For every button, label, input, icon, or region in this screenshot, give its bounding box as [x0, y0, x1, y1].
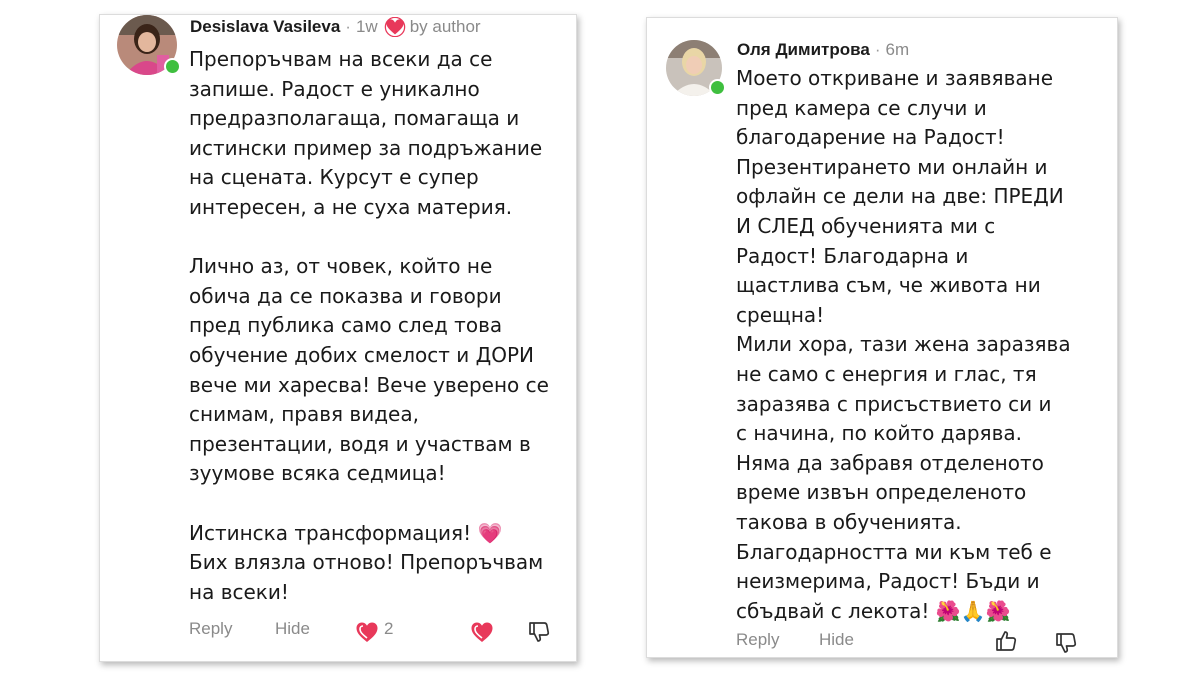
avatar[interactable] [666, 40, 726, 96]
comment-time: 1w [355, 17, 378, 36]
comment-actions: Reply Hide 2 [100, 619, 576, 645]
comment-time: 6m [885, 40, 910, 59]
by-author-label: by author [409, 17, 481, 36]
separator-dot: · [345, 17, 351, 36]
comment-card: Desislava Vasileva · 1w by author Препор… [99, 14, 577, 662]
hide-button[interactable]: Hide [819, 630, 854, 650]
reply-button[interactable]: Reply [189, 619, 232, 639]
comment-actions: Reply Hide [647, 630, 1117, 656]
thumbs-down-icon[interactable] [1054, 631, 1078, 660]
online-status-dot [709, 79, 726, 96]
heart-icon[interactable] [355, 621, 379, 648]
thumbs-up-icon[interactable] [994, 629, 1018, 658]
online-status-dot [164, 58, 181, 75]
heart-icon[interactable] [470, 621, 494, 648]
comment-card: Оля Димитрова · 6m Моето откриване и зая… [646, 17, 1118, 658]
comment-header: Desislava Vasileva · 1w by author [190, 17, 481, 37]
avatar[interactable] [117, 15, 181, 75]
comment-text: Препоръчвам на всеки да се запише. Радос… [189, 47, 549, 604]
reply-button[interactable]: Reply [736, 630, 779, 650]
comment-text: Моето откриване и заявяване пред камера … [736, 66, 1071, 623]
comment-header: Оля Димитрова · 6m [737, 40, 909, 60]
author-name[interactable]: Desislava Vasileva [190, 17, 340, 37]
thumbs-down-icon[interactable] [527, 620, 551, 649]
author-name[interactable]: Оля Димитрова [737, 40, 870, 60]
like-count: 2 [384, 619, 394, 638]
heart-icon [384, 17, 406, 37]
separator-dot: · [874, 40, 881, 59]
hide-button[interactable]: Hide [275, 619, 310, 639]
